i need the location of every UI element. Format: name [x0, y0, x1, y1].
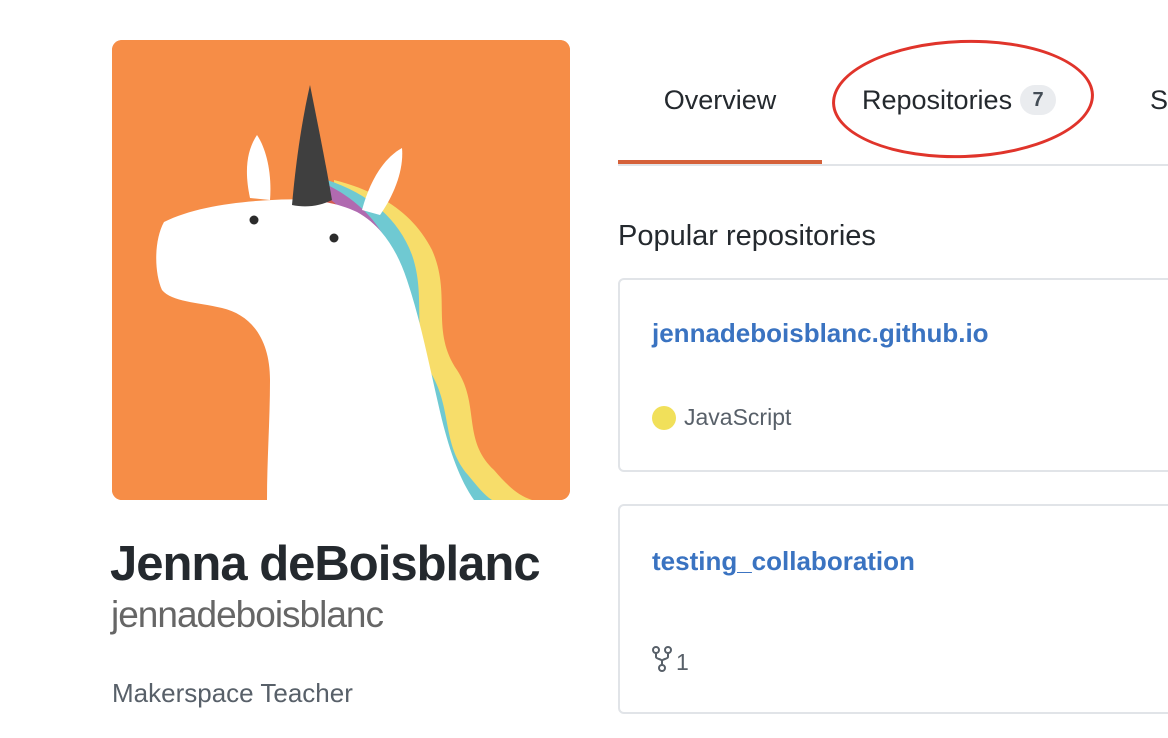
language-color-dot-icon: [652, 405, 676, 430]
unicorn-avatar-icon: [112, 40, 570, 500]
profile-fullname: Jenna deBoisblanc: [110, 537, 541, 591]
repo-card: jennadeboisblanc.github.io JavaScript: [618, 278, 1168, 472]
avatar: [112, 40, 570, 500]
fork-icon: [652, 646, 672, 678]
profile-bio: Makerspace Teacher: [112, 678, 353, 708]
tab-stars[interactable]: St: [1150, 60, 1168, 164]
popular-repositories-heading: Popular repositories: [618, 220, 876, 252]
repo-language-label: JavaScript: [684, 404, 792, 430]
tab-overview-label: Overview: [663, 85, 777, 115]
repo-link[interactable]: testing_collaboration: [652, 546, 915, 577]
repo-forks[interactable]: 1: [652, 646, 689, 678]
tab-overview[interactable]: Overview: [618, 60, 822, 164]
repo-link[interactable]: jennadeboisblanc.github.io: [652, 318, 989, 349]
repo-fork-count: 1: [676, 648, 689, 675]
repo-language: JavaScript: [652, 404, 791, 431]
profile-username: jennadeboisblanc: [111, 594, 384, 635]
tab-stars-label: St: [1150, 85, 1168, 115]
repo-card: testing_collaboration 1: [618, 504, 1168, 714]
